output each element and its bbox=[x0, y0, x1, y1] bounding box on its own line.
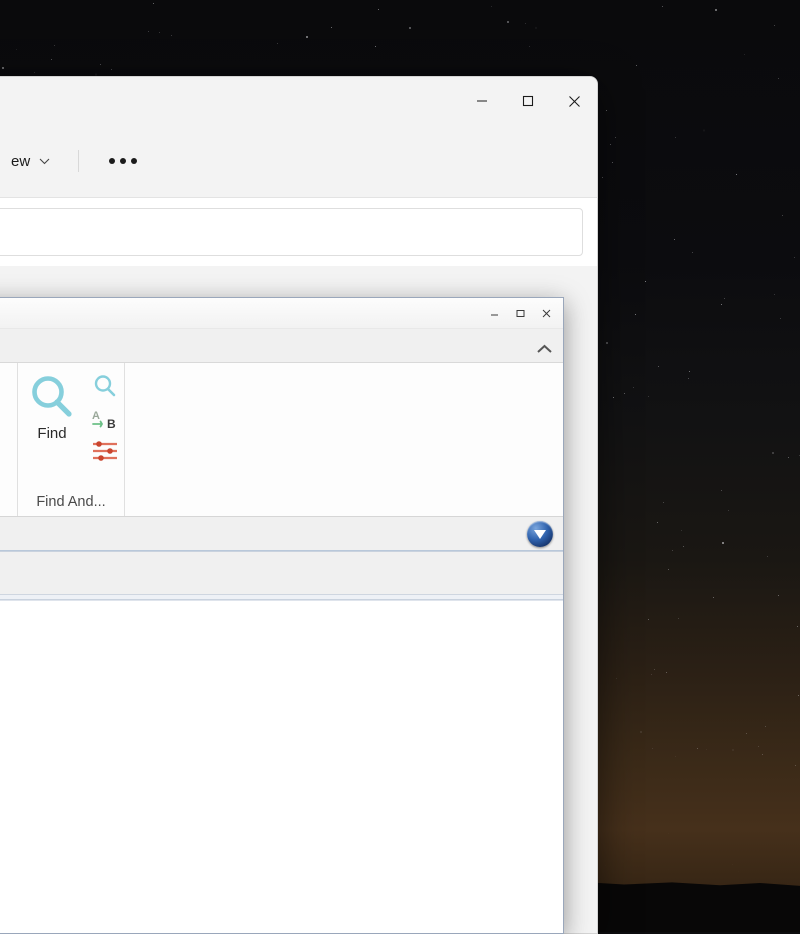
ribbon-group-split-label: Spli... bbox=[0, 494, 17, 514]
minimize-icon bbox=[477, 100, 487, 102]
tab-list-dropdown-icon[interactable] bbox=[527, 521, 553, 547]
ellipsis-dot bbox=[109, 158, 116, 164]
ribbon-group-find: Find A B Find And... bbox=[17, 363, 124, 516]
close-icon bbox=[542, 309, 550, 317]
explorer-title-bar bbox=[0, 77, 597, 125]
editor-close-button[interactable] bbox=[533, 302, 559, 324]
triangle-down-glyph bbox=[534, 530, 546, 539]
search-box[interactable]: Search Quick access bbox=[0, 208, 583, 256]
ribbon: mat Tag Insertion bbox=[0, 363, 563, 517]
editor-window-controls bbox=[481, 302, 559, 324]
replace-button[interactable]: A B bbox=[90, 407, 120, 436]
chevron-down-icon bbox=[39, 158, 50, 164]
editor-window: 02_18_0034_it-IT-tr-TR Edit View bbox=[0, 297, 564, 934]
minimize-button[interactable] bbox=[459, 77, 505, 125]
ribbon-group-find-label: Find And... bbox=[36, 494, 106, 510]
editor-minimize-button[interactable] bbox=[481, 302, 507, 324]
explorer-window-controls bbox=[459, 77, 597, 125]
find-magnifier-icon bbox=[32, 376, 72, 417]
ellipsis-dot bbox=[131, 158, 138, 164]
explorer-search-row: Search Quick access bbox=[0, 198, 597, 266]
ribbon-group-split: Spli... bbox=[0, 363, 17, 516]
ellipsis-dot bbox=[120, 158, 127, 164]
see-more-button[interactable] bbox=[95, 149, 151, 173]
view-menu-button[interactable]: ew bbox=[0, 147, 62, 176]
explorer-command-bar: ew bbox=[0, 125, 597, 198]
document-results-bar: sults bbox=[0, 552, 563, 595]
find-label: Find bbox=[37, 425, 67, 442]
close-button[interactable] bbox=[551, 77, 597, 125]
ribbon-empty-area bbox=[124, 363, 563, 516]
editor-title-bar: 02_18_0034_it-IT-tr-TR bbox=[0, 298, 563, 329]
find-button[interactable]: Find bbox=[24, 373, 80, 442]
find-settings-sliders-icon bbox=[93, 441, 117, 461]
view-menu-label: ew bbox=[11, 152, 31, 170]
svg-text:A: A bbox=[92, 410, 100, 422]
collapse-ribbon-button[interactable] bbox=[536, 341, 553, 358]
minimize-icon bbox=[490, 314, 498, 315]
find-small-icon bbox=[94, 375, 116, 397]
chevron-up-icon bbox=[537, 344, 552, 353]
find-settings-button[interactable] bbox=[90, 439, 120, 468]
close-icon bbox=[568, 95, 580, 107]
document-tab-strip: 969fdb9ba4915a62d530281652694_t... × bbox=[0, 517, 563, 552]
find-small-button[interactable] bbox=[91, 373, 119, 404]
maximize-button[interactable] bbox=[505, 77, 551, 125]
editor-window-title: 02_18_0034_it-IT-tr-TR bbox=[0, 305, 481, 321]
maximize-icon bbox=[522, 95, 534, 107]
editor-maximize-button[interactable] bbox=[507, 302, 533, 324]
svg-text:B: B bbox=[107, 417, 116, 431]
ribbon-tab-bar: Edit View Quick Access bbox=[0, 329, 563, 363]
toolbar-divider bbox=[78, 150, 80, 172]
replace-a-to-b-icon: A B bbox=[92, 410, 116, 431]
maximize-icon bbox=[516, 309, 524, 317]
tab-strip-underline bbox=[0, 550, 563, 551]
document-canvas[interactable] bbox=[0, 600, 563, 933]
